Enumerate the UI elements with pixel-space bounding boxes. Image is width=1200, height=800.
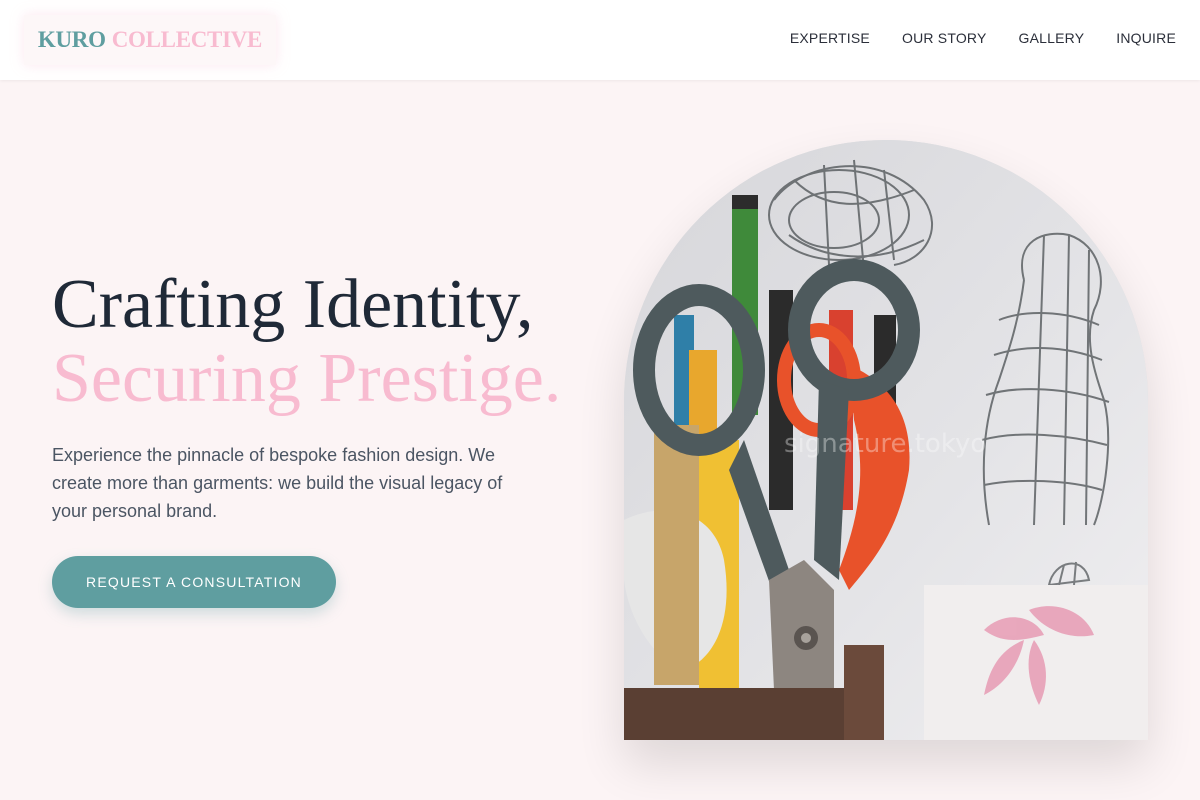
hero-illustration: signature.tokyo <box>624 140 1148 740</box>
hero-description: Experience the pinnacle of bespoke fashi… <box>52 445 503 521</box>
nav-link-expertise[interactable]: EXPERTISE <box>790 30 870 46</box>
request-consultation-button[interactable]: REQUEST A CONSULTATION <box>52 556 336 608</box>
hero-headline: Crafting Identity, Securing Prestige. <box>52 268 561 416</box>
nav-link-gallery[interactable]: GALLERY <box>1019 30 1085 46</box>
hero-image: signature.tokyo <box>624 140 1148 740</box>
logo-secondary-text: COLLECTIVE <box>111 27 263 52</box>
nav-link-inquire[interactable]: INQUIRE <box>1116 30 1176 46</box>
brand-logo[interactable]: KURO COLLECTIVE <box>24 15 276 65</box>
site-header: KURO COLLECTIVE EXPERTISE OUR STORY GALL… <box>0 0 1200 80</box>
headline-line-1: Crafting Identity, <box>52 266 534 343</box>
nav-link-our-story[interactable]: OUR STORY <box>902 30 987 46</box>
logo-primary-text: KURO <box>37 27 106 52</box>
image-watermark: signature.tokyo <box>784 429 986 459</box>
headline-line-2: Securing Prestige. <box>52 340 562 417</box>
main-nav: EXPERTISE OUR STORY GALLERY INQUIRE <box>790 30 1176 46</box>
